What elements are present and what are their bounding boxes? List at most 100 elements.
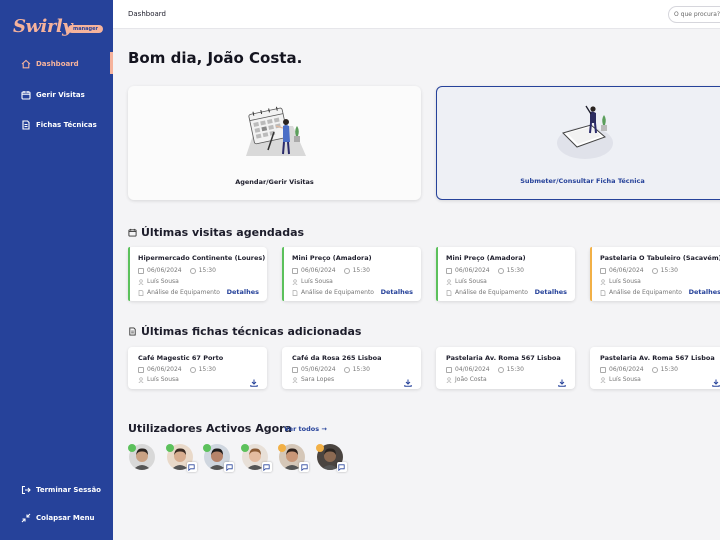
visit-card[interactable]: Mini Preço (Amadora) 06/06/2024 15:30 Luís …: [436, 247, 575, 301]
user-avatar[interactable]: [128, 444, 155, 470]
tech-sheet-card[interactable]: Submeter/Consultar Ficha Técnica: [436, 86, 720, 200]
sidebar-item-label: Dashboard: [36, 60, 79, 68]
document-icon: [292, 289, 298, 296]
visit-person-name: Luís Sousa: [609, 278, 641, 285]
visit-datetime: 06/06/2024 15:30: [292, 267, 370, 274]
user-avatar[interactable]: [315, 444, 347, 472]
details-link[interactable]: Detalhes: [689, 288, 720, 296]
sheet-name: Café da Rosa 265 Lisboa: [292, 354, 382, 362]
sheet-datetime: 06/06/2024 15:30: [600, 366, 678, 373]
sheet-datetime: 05/06/2024 15:30: [292, 366, 370, 373]
sheet-card[interactable]: Pastelaria Av. Roma 567 Lisboa 06/06/2024…: [590, 347, 720, 389]
online-status-dot: [165, 444, 174, 452]
see-all-link[interactable]: Ver todos →: [284, 425, 327, 433]
logout-icon: [20, 485, 31, 496]
details-link[interactable]: Detalhes: [227, 288, 259, 296]
visit-person-name: Luís Sousa: [147, 278, 179, 285]
chat-icon[interactable]: [186, 462, 197, 472]
page-title: Bom dia, João Costa.: [128, 49, 303, 67]
person-icon: [138, 278, 144, 285]
visit-person-name: Luís Sousa: [301, 278, 333, 285]
visit-card[interactable]: Mini Preço (Amadora) 06/06/2024 15:30 Luís …: [282, 247, 421, 301]
visit-name: Pastelaria O Tabuleiro (Sacavém): [600, 254, 720, 262]
sheet-person: Sara Lopes: [292, 376, 334, 383]
logo-text: Swirly: [13, 16, 73, 37]
sidebar-item-label: Gerir Visitas: [36, 91, 85, 99]
sheet-card[interactable]: Pastelaria Av. Roma 567 Lisboa 04/06/2024…: [436, 347, 575, 389]
logout-button[interactable]: Terminar Sessão: [0, 480, 113, 500]
visits-section-title: Últimas visitas agendadas: [128, 226, 304, 239]
sheet-card[interactable]: Café da Rosa 265 Lisboa 05/06/2024 15:30 Sa…: [282, 347, 421, 389]
collapse-label: Colapsar Menu: [36, 514, 95, 522]
sheet-card[interactable]: Café Magestic 67 Porto 06/06/2024 15:30 Luí…: [128, 347, 267, 389]
calendar-icon: [138, 267, 144, 274]
sidebar-item-gerir-visitas[interactable]: Gerir Visitas: [0, 85, 113, 105]
collapse-menu-button[interactable]: Colapsar Menu: [0, 508, 113, 528]
sidebar-item-dashboard[interactable]: Dashboard: [0, 54, 113, 74]
details-link[interactable]: Detalhes: [535, 288, 567, 296]
download-icon[interactable]: [712, 372, 720, 387]
status-stripe: [436, 247, 438, 301]
calendar-icon: [446, 267, 452, 274]
calendar-icon: [446, 366, 452, 373]
schedule-visits-card[interactable]: Agendar/Gerir Visitas: [128, 86, 421, 200]
online-status-dot: [203, 444, 211, 452]
visit-card[interactable]: Hipermercado Continente (Loures) 06/06/20…: [128, 247, 267, 301]
download-icon[interactable]: [404, 372, 412, 387]
chat-icon[interactable]: [336, 462, 347, 472]
user-avatar[interactable]: [240, 444, 272, 472]
visit-date: 06/06/2024: [301, 267, 336, 274]
download-icon[interactable]: [250, 372, 258, 387]
person-icon: [600, 278, 606, 285]
tech-sheet-label: Submeter/Consultar Ficha Técnica: [520, 177, 645, 185]
clock-icon: [189, 267, 196, 274]
clock-icon: [497, 267, 504, 274]
user-avatar[interactable]: [165, 444, 197, 472]
clock-icon: [189, 366, 196, 373]
status-stripe: [590, 247, 592, 301]
visit-card[interactable]: Pastelaria O Tabuleiro (Sacavém) 06/06/20…: [590, 247, 720, 301]
calendar-icon: [20, 90, 31, 101]
chat-icon[interactable]: [224, 462, 234, 472]
visit-person: Luís Sousa: [600, 278, 641, 285]
download-icon[interactable]: [558, 372, 566, 387]
person-icon: [292, 376, 298, 383]
online-status-dot: [315, 444, 324, 452]
sheet-person-name: João Costa: [455, 376, 487, 383]
active-users-title: Utilizadores Activos Agora: [128, 422, 292, 435]
schedule-visits-label: Agendar/Gerir Visitas: [235, 178, 314, 186]
details-link[interactable]: Detalhes: [381, 288, 413, 296]
sheet-time: 15:30: [352, 366, 370, 373]
clock-icon: [651, 267, 658, 274]
online-status-dot: [128, 444, 136, 452]
sheet-date: 06/06/2024: [609, 366, 644, 373]
sidebar-item-fichas-tecnicas[interactable]: Fichas Técnicas: [0, 115, 113, 135]
clock-icon: [497, 366, 504, 373]
calendar-icon: [600, 267, 606, 274]
clock-icon: [343, 366, 350, 373]
sheet-name: Café Magestic 67 Porto: [138, 354, 224, 362]
visit-date: 06/06/2024: [147, 267, 182, 274]
online-status-dot: [240, 444, 249, 452]
visit-type-text: Análise de Equipamento: [455, 289, 528, 296]
chat-icon[interactable]: [299, 462, 309, 472]
visit-type-text: Análise de Equipamento: [609, 289, 682, 296]
calendar-icon: [128, 228, 137, 237]
sheet-datetime: 06/06/2024 15:30: [138, 366, 216, 373]
visit-type: Análise de Equipamento: [138, 289, 220, 296]
visit-date: 06/06/2024: [609, 267, 644, 274]
sheet-name: Pastelaria Av. Roma 567 Lisboa: [600, 354, 715, 362]
app-logo[interactable]: Swirly manager: [13, 16, 108, 40]
status-stripe: [128, 247, 130, 301]
document-icon: [20, 120, 31, 131]
person-icon: [138, 376, 144, 383]
user-avatar[interactable]: [278, 444, 309, 472]
visit-person: Luís Sousa: [292, 278, 333, 285]
chat-icon[interactable]: [261, 462, 272, 472]
calendar-icon: [138, 366, 144, 373]
visit-time: 15:30: [506, 267, 524, 274]
search-input[interactable]: O que procura?: [668, 6, 720, 23]
visit-time: 15:30: [352, 267, 370, 274]
user-avatar[interactable]: [203, 444, 234, 472]
sidebar-item-label: Fichas Técnicas: [36, 121, 97, 129]
